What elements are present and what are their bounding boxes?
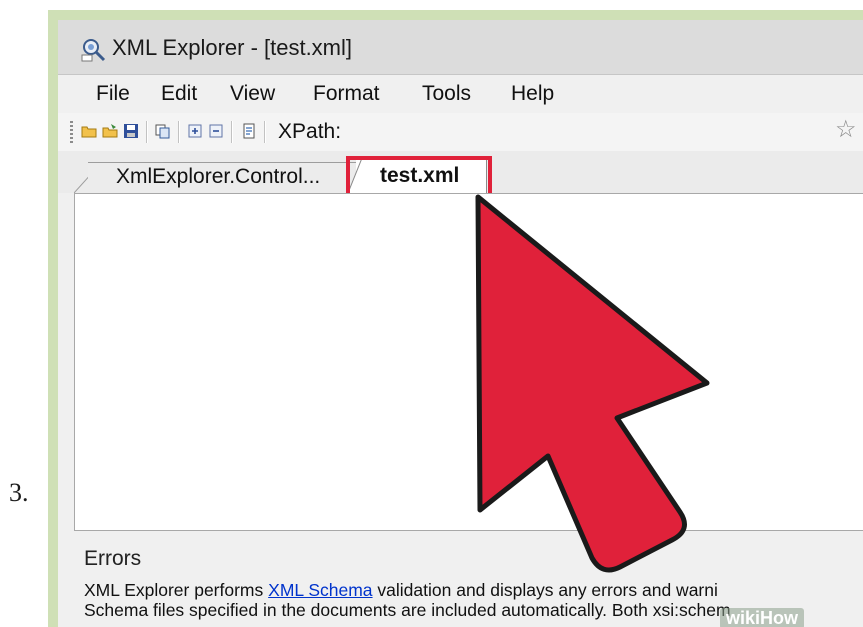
menu-edit[interactable]: Edit [161, 82, 197, 106]
menu-view[interactable]: View [230, 82, 275, 106]
menu-help[interactable]: Help [511, 82, 554, 106]
errors-message-line-2: Schema files specified in the documents … [84, 600, 731, 620]
toolbar-grip[interactable] [70, 121, 73, 143]
menu-tools[interactable]: Tools [422, 82, 471, 106]
validate-icon[interactable] [241, 123, 257, 139]
open-folder-icon[interactable] [81, 123, 97, 139]
menu-format[interactable]: Format [313, 82, 380, 106]
wikihow-watermark: wikiHow [720, 608, 805, 627]
toolbar-separator [264, 121, 266, 143]
tab-xmlexplorer-control-label: XmlExplorer.Control... [116, 165, 321, 188]
copy-icon[interactable] [155, 123, 171, 139]
save-icon[interactable] [123, 123, 139, 139]
app-window: XML Explorer - [test.xml] File Edit View… [58, 20, 863, 627]
screenshot-frame: XML Explorer - [test.xml] File Edit View… [48, 10, 863, 627]
errors-heading: Errors [84, 547, 142, 570]
toolbar-separator [178, 121, 180, 143]
errors-message-line-1: XML Explorer performs XML Schema validat… [84, 580, 718, 601]
errors-panel: Errors XML Explorer performs XML Schema … [58, 536, 863, 627]
window-title: XML Explorer - [test.xml] [112, 35, 353, 60]
errors-text: XML Explorer performs [84, 580, 269, 600]
xpath-label: XPath: [278, 120, 342, 143]
xml-schema-link[interactable]: XML Schema [268, 580, 372, 600]
document-tab-strip: XmlExplorer.Control... test.xml [58, 151, 863, 201]
menu-bar: File Edit View Format Tools Help [58, 75, 863, 113]
title-bar: XML Explorer - [test.xml] [58, 20, 863, 75]
errors-text: validation and displays any errors and w… [372, 580, 718, 600]
toolbar: XPath: ☆ [58, 113, 863, 151]
toolbar-separator [231, 121, 233, 143]
collapse-all-icon[interactable] [208, 123, 224, 139]
open-recent-icon[interactable] [102, 123, 118, 139]
step-number: 3. [9, 478, 29, 507]
expand-all-icon[interactable] [187, 123, 203, 139]
xml-document-view[interactable] [74, 193, 863, 531]
menu-file[interactable]: File [96, 82, 130, 106]
toolbar-separator [146, 121, 148, 143]
xml-explorer-app-icon [81, 39, 106, 62]
star-icon[interactable]: ☆ [835, 115, 857, 144]
